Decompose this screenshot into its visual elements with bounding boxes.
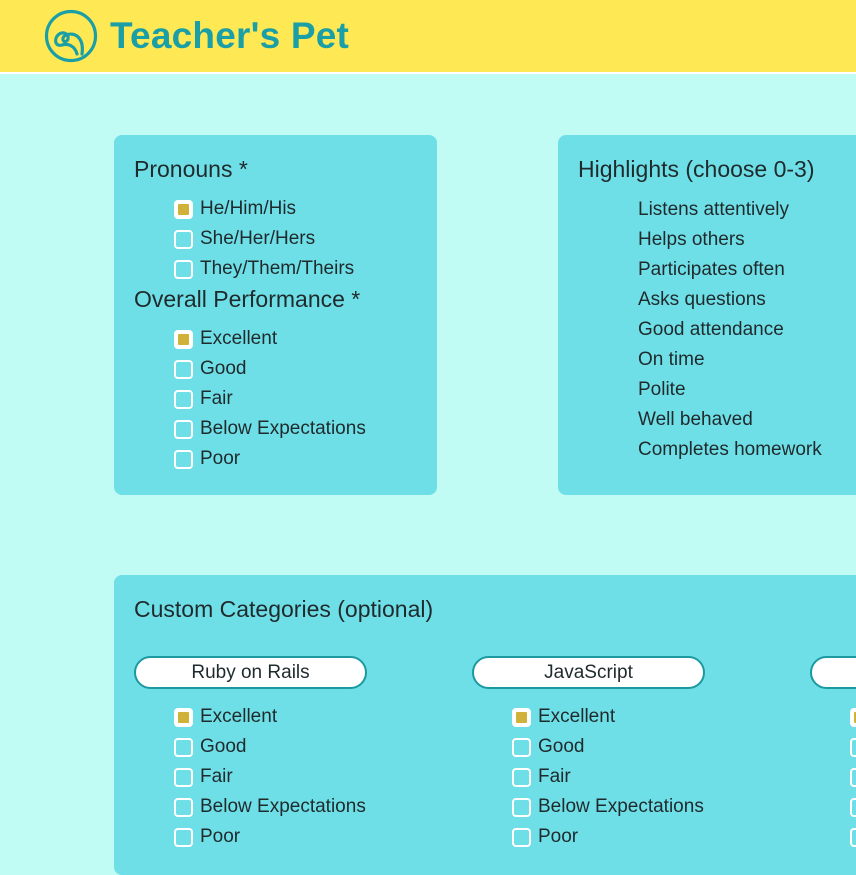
ruby-excellent-label: Excellent xyxy=(200,706,278,727)
ruby-option-excellent[interactable]: Excellent xyxy=(174,704,277,730)
performance-heading: Overall Performance * xyxy=(134,286,361,312)
custom-category-third xyxy=(790,575,856,875)
performance-fair-label: Fair xyxy=(200,388,233,409)
ruby-fair-checkbox[interactable] xyxy=(174,767,193,787)
pronoun-they-checkbox[interactable] xyxy=(174,259,193,279)
performance-poor-checkbox[interactable] xyxy=(174,449,193,469)
ruby-option-poor[interactable]: Poor xyxy=(174,824,240,850)
third-checkbox-5[interactable] xyxy=(850,827,856,847)
ruby-option-fair[interactable]: Fair xyxy=(174,764,233,790)
highlight-item[interactable]: Polite xyxy=(638,379,686,401)
ruby-below-checkbox[interactable] xyxy=(174,797,193,817)
js-good-label: Good xyxy=(538,736,585,757)
performance-option-poor[interactable]: Poor xyxy=(174,446,240,472)
pronouns-heading: Pronouns * xyxy=(134,156,248,182)
highlight-item[interactable]: Helps others xyxy=(638,229,745,251)
ruby-option-below[interactable]: Below Expectations xyxy=(174,794,366,820)
js-option-below[interactable]: Below Expectations xyxy=(512,794,704,820)
third-option-3[interactable] xyxy=(850,764,856,790)
highlight-item[interactable]: Participates often xyxy=(638,259,785,281)
category-name-input[interactable]: Ruby on Rails xyxy=(134,656,367,689)
third-checkbox-2[interactable] xyxy=(850,737,856,757)
ruby-option-good[interactable]: Good xyxy=(174,734,246,760)
pronoun-they-label: They/Them/Theirs xyxy=(200,258,355,279)
js-below-label: Below Expectations xyxy=(538,796,704,817)
pronoun-she-checkbox[interactable] xyxy=(174,229,193,249)
pronoun-option-he[interactable]: He/Him/His xyxy=(174,196,296,222)
performance-option-good[interactable]: Good xyxy=(174,356,246,382)
performance-good-label: Good xyxy=(200,358,247,379)
performance-excellent-checkbox[interactable] xyxy=(174,329,193,349)
ruby-below-label: Below Expectations xyxy=(200,796,366,817)
highlight-item[interactable]: On time xyxy=(638,349,705,371)
highlights-heading: Highlights (choose 0-3) xyxy=(578,156,815,182)
app-title[interactable]: Teacher's Pet xyxy=(110,15,349,57)
performance-option-excellent[interactable]: Excellent xyxy=(174,326,277,352)
highlight-item[interactable]: Completes homework xyxy=(638,439,822,461)
js-excellent-label: Excellent xyxy=(538,706,616,727)
pronoun-she-label: She/Her/Hers xyxy=(200,228,316,249)
third-option-4[interactable] xyxy=(850,794,856,820)
performance-poor-label: Poor xyxy=(200,448,241,469)
pronouns-performance-card: Pronouns * He/Him/His She/Her/Hers They/… xyxy=(114,135,437,495)
app-header: Teacher's Pet xyxy=(0,0,856,74)
ruby-excellent-checkbox[interactable] xyxy=(174,707,193,727)
third-option-5[interactable] xyxy=(850,824,856,850)
pronoun-option-they[interactable]: They/Them/Theirs xyxy=(174,256,354,282)
third-checkbox-1[interactable] xyxy=(850,707,856,727)
highlight-item[interactable]: Listens attentively xyxy=(638,199,789,221)
js-poor-checkbox[interactable] xyxy=(512,827,531,847)
highlights-card: Highlights (choose 0-3) Listens attentiv… xyxy=(558,135,856,495)
pronoun-he-checkbox[interactable] xyxy=(174,199,193,219)
highlight-item[interactable]: Well behaved xyxy=(638,409,753,431)
performance-fair-checkbox[interactable] xyxy=(174,389,193,409)
ruby-poor-checkbox[interactable] xyxy=(174,827,193,847)
ruby-poor-label: Poor xyxy=(200,826,241,847)
performance-option-fair[interactable]: Fair xyxy=(174,386,233,412)
js-option-poor[interactable]: Poor xyxy=(512,824,578,850)
ruby-good-label: Good xyxy=(200,736,247,757)
js-option-good[interactable]: Good xyxy=(512,734,584,760)
js-fair-checkbox[interactable] xyxy=(512,767,531,787)
category-name-input[interactable]: JavaScript xyxy=(472,656,705,689)
third-checkbox-3[interactable] xyxy=(850,767,856,787)
custom-category-ruby: Ruby on Rails Excellent Good Fair Below … xyxy=(114,575,374,875)
highlight-item[interactable]: Asks questions xyxy=(638,289,766,311)
js-below-checkbox[interactable] xyxy=(512,797,531,817)
custom-category-javascript: JavaScript Excellent Good Fair Below Exp… xyxy=(452,575,712,875)
custom-categories-card: Custom Categories (optional) Ruby on Rai… xyxy=(114,575,856,875)
performance-below-label: Below Expectations xyxy=(200,418,366,439)
third-option-2[interactable] xyxy=(850,734,856,760)
category-name-input[interactable] xyxy=(810,656,856,689)
ruby-good-checkbox[interactable] xyxy=(174,737,193,757)
third-checkbox-4[interactable] xyxy=(850,797,856,817)
performance-good-checkbox[interactable] xyxy=(174,359,193,379)
performance-excellent-label: Excellent xyxy=(200,328,278,349)
third-option-1[interactable] xyxy=(850,704,856,730)
js-good-checkbox[interactable] xyxy=(512,737,531,757)
performance-below-checkbox[interactable] xyxy=(174,419,193,439)
highlight-item[interactable]: Good attendance xyxy=(638,319,784,341)
ruby-fair-label: Fair xyxy=(200,766,233,787)
js-option-excellent[interactable]: Excellent xyxy=(512,704,615,730)
swirl-logo-icon[interactable] xyxy=(44,9,98,63)
performance-option-below[interactable]: Below Expectations xyxy=(174,416,366,442)
js-fair-label: Fair xyxy=(538,766,571,787)
js-option-fair[interactable]: Fair xyxy=(512,764,571,790)
pronoun-he-label: He/Him/His xyxy=(200,198,297,219)
js-excellent-checkbox[interactable] xyxy=(512,707,531,727)
js-poor-label: Poor xyxy=(538,826,579,847)
pronoun-option-she[interactable]: She/Her/Hers xyxy=(174,226,315,252)
